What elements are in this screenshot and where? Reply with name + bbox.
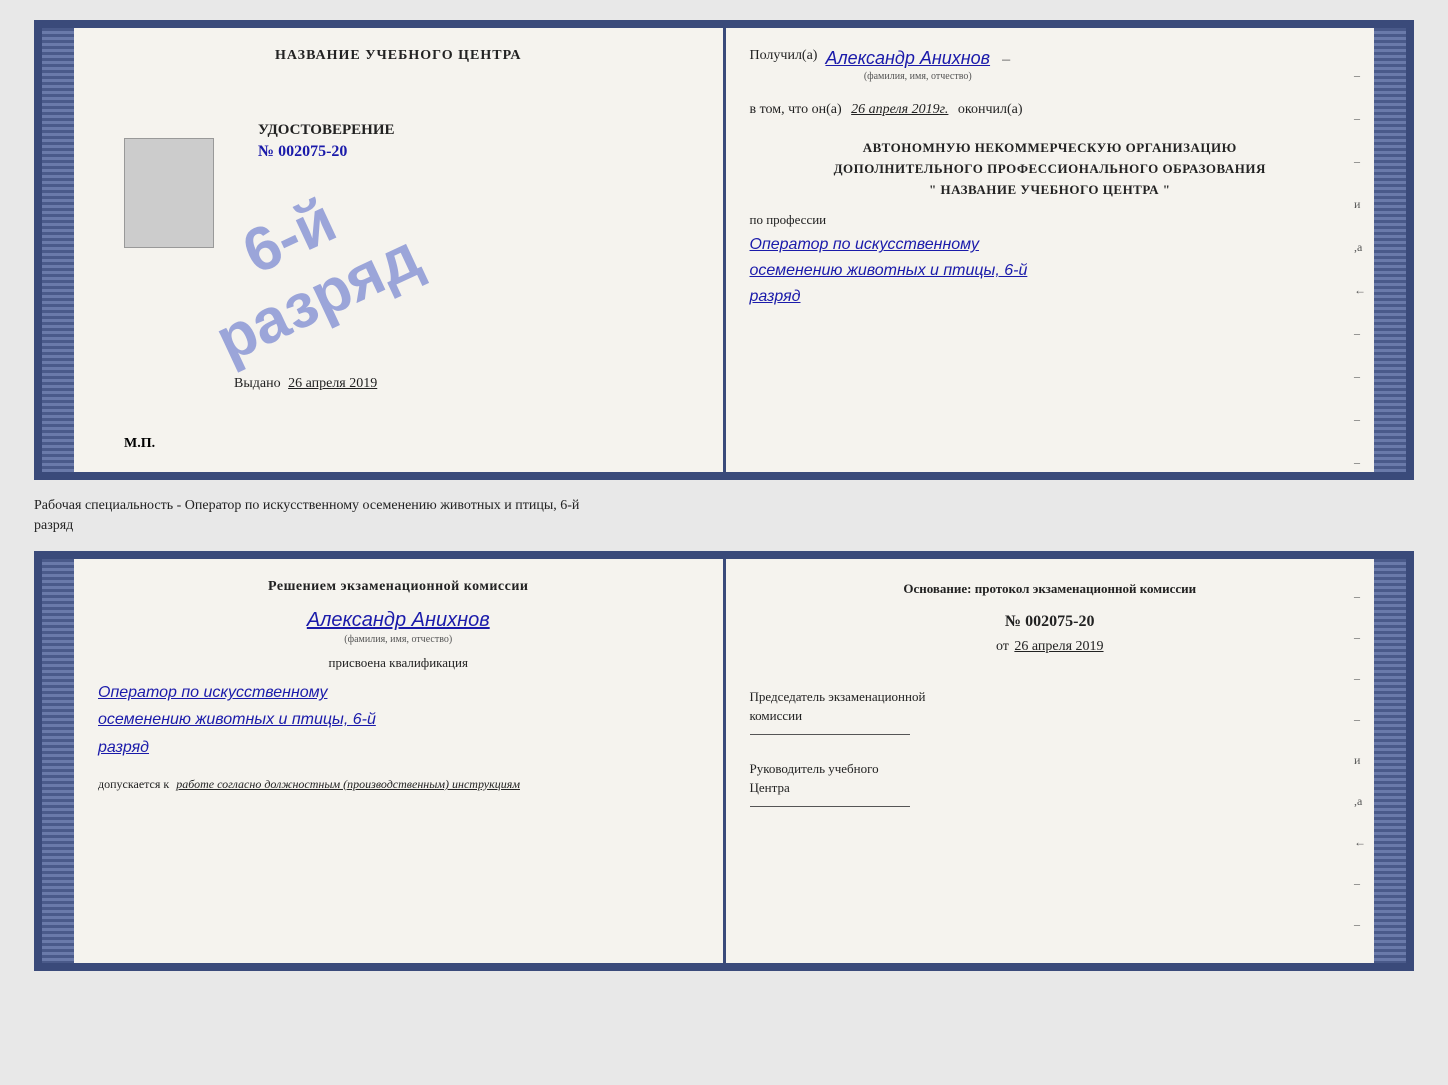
top-left-page: НАЗВАНИЕ УЧЕБНОГО ЦЕНТРА УДОСТОВЕРЕНИЕ №… bbox=[74, 28, 726, 472]
spine-left bbox=[42, 28, 74, 472]
predsedatel-signature-line bbox=[750, 734, 910, 735]
rukovoditel-block: Руководитель учебного Центра bbox=[750, 759, 1351, 815]
udostoverenie-block: УДОСТОВЕРЕНИЕ № 002075-20 bbox=[258, 122, 699, 161]
bottom-document: Решением экзаменационной комиссии Алекса… bbox=[34, 551, 1414, 971]
org-line2: ДОПОЛНИТЕЛЬНОГО ПРОФЕССИОНАЛЬНОГО ОБРАЗО… bbox=[750, 159, 1351, 180]
vtom-line: в том, что он(а) 26 апреля 2019г. окончи… bbox=[750, 102, 1351, 118]
org-line1: АВТОНОМНУЮ НЕКОММЕРЧЕСКУЮ ОРГАНИЗАЦИЮ bbox=[750, 138, 1351, 159]
vtom-date: 26 апреля 2019г. bbox=[851, 102, 948, 117]
stamp-text: 6-й разряд bbox=[177, 160, 431, 375]
certificate-number: № 002075-20 bbox=[258, 143, 699, 161]
org-block: АВТОНОМНУЮ НЕКОММЕРЧЕСКУЮ ОРГАНИЗАЦИЮ ДО… bbox=[750, 138, 1351, 200]
mp-label: М.П. bbox=[124, 436, 155, 452]
fio-subtitle-top: (фамилия, имя, отчество) bbox=[825, 71, 1010, 82]
professiya-top: Оператор по искусственному осеменению жи… bbox=[750, 232, 1351, 309]
okkonchil: окончил(а) bbox=[958, 102, 1023, 117]
right-dashes-bottom: – – – – и ,а ← – – – – – bbox=[1354, 589, 1366, 971]
resheniyem-text: Решением экзаменационной комиссии bbox=[98, 579, 699, 595]
dopusk-text: работе согласно должностным (производств… bbox=[176, 777, 520, 791]
predsedatel-block: Председатель экзаменационной комиссии bbox=[750, 687, 1351, 743]
ot-prefix: от bbox=[996, 639, 1009, 654]
po-professii: по профессии bbox=[750, 212, 1351, 228]
dopusk-prefix: допускается к bbox=[98, 777, 169, 791]
top-right-page: Получил(а) Александр Анихнов – (фамилия,… bbox=[726, 28, 1375, 472]
prisvoena-text: присвоена квалификация bbox=[98, 655, 699, 671]
ot-date: 26 апреля 2019 bbox=[1014, 639, 1103, 654]
rukovoditel-signature-line bbox=[750, 806, 910, 807]
vydano-block: Выдано 26 апреля 2019 bbox=[234, 376, 377, 392]
between-label: Рабочая специальность - Оператор по иску… bbox=[34, 496, 1414, 535]
fio-subtitle-bottom: (фамилия, имя, отчество) bbox=[98, 634, 699, 645]
person-name-block: Александр Анихнов (фамилия, имя, отчеств… bbox=[98, 609, 699, 655]
vydano-date: 26 апреля 2019 bbox=[288, 376, 377, 391]
org-line3: " НАЗВАНИЕ УЧЕБНОГО ЦЕНТРА " bbox=[750, 180, 1351, 201]
top-left-header: НАЗВАНИЕ УЧЕБНОГО ЦЕНТРА bbox=[98, 48, 699, 64]
vydano-label: Выдано bbox=[234, 376, 281, 391]
bottom-left-page: Решением экзаменационной комиссии Алекса… bbox=[74, 559, 726, 963]
poluchil-prefix: Получил(а) bbox=[750, 48, 818, 64]
top-document: НАЗВАНИЕ УЧЕБНОГО ЦЕНТРА УДОСТОВЕРЕНИЕ №… bbox=[34, 20, 1414, 480]
dopuskaetsya-block: допускается к работе согласно должностны… bbox=[98, 777, 699, 792]
ot-date-block: от 26 апреля 2019 bbox=[750, 639, 1351, 655]
kvali-handwritten: Оператор по искусственному осеменению жи… bbox=[98, 679, 699, 761]
spine-right-top bbox=[1374, 28, 1406, 472]
right-dashes-top: – – – и ,а ← – – – – bbox=[1354, 68, 1366, 470]
poluchil-name: Александр Анихнов bbox=[825, 48, 990, 68]
protocol-number: № 002075-20 bbox=[750, 613, 1351, 631]
osnovanie-text: Основание: протокол экзаменационной коми… bbox=[750, 579, 1351, 599]
spine-right-bottom bbox=[1374, 559, 1406, 963]
predsedatel-line2: комиссии bbox=[750, 706, 1351, 726]
rukovoditel-line1: Руководитель учебного bbox=[750, 759, 1351, 779]
photo-placeholder bbox=[124, 138, 214, 248]
person-name-bottom: Александр Анихнов bbox=[98, 609, 699, 632]
spine-left-bottom bbox=[42, 559, 74, 963]
predsedatel-line1: Председатель экзаменационной bbox=[750, 687, 1351, 707]
rukovoditel-line2: Центра bbox=[750, 778, 1351, 798]
bottom-right-page: Основание: протокол экзаменационной коми… bbox=[726, 559, 1375, 963]
udostoverenie-label: УДОСТОВЕРЕНИЕ bbox=[258, 122, 699, 139]
